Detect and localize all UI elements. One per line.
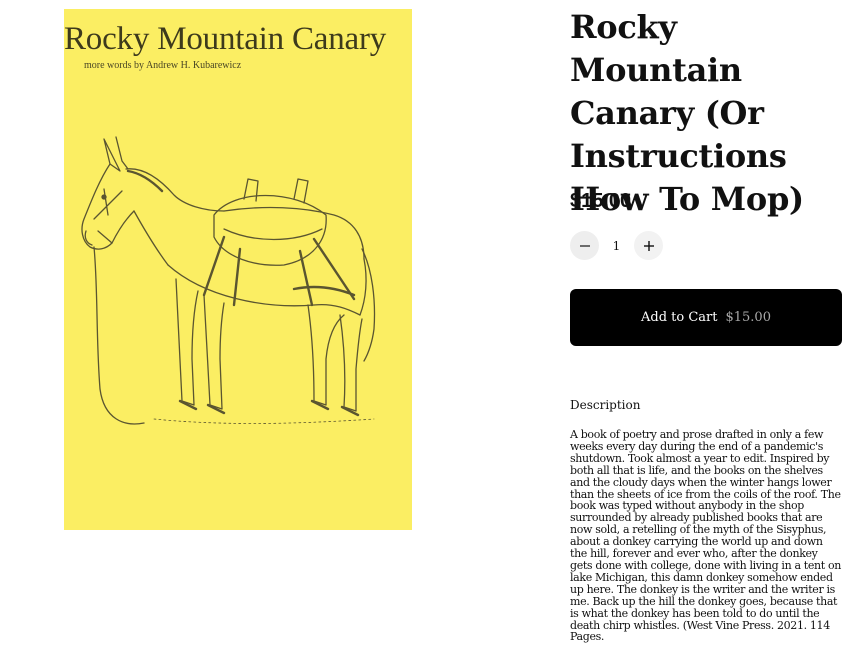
minus-icon <box>579 244 590 247</box>
increment-button[interactable] <box>634 231 663 260</box>
cover-title: Rocky Mountain Canary <box>64 21 387 57</box>
product-page: Rocky Mountain Canary more words by Andr… <box>0 0 847 655</box>
add-to-cart-label: Add to Cart <box>641 310 718 325</box>
quantity-value[interactable]: 1 <box>599 239 634 253</box>
cover-subtitle: more words by Andrew H. Kubarewicz <box>84 60 242 71</box>
add-to-cart-price: $15.00 <box>725 310 771 325</box>
book-cover-image: Rocky Mountain Canary more words by Andr… <box>64 9 412 530</box>
description-text: A book of poetry and prose drafted in on… <box>570 428 842 644</box>
plus-icon <box>643 240 654 251</box>
quantity-stepper: 1 <box>570 231 663 260</box>
product-price: $15.00 <box>570 190 632 212</box>
decrement-button[interactable] <box>570 231 599 260</box>
donkey-illustration <box>81 136 376 425</box>
add-to-cart-button[interactable]: Add to Cart $15.00 <box>570 289 842 346</box>
product-title: Rocky Mountain Canary (Or Instructions H… <box>570 8 804 218</box>
description-heading: Description <box>570 398 641 412</box>
